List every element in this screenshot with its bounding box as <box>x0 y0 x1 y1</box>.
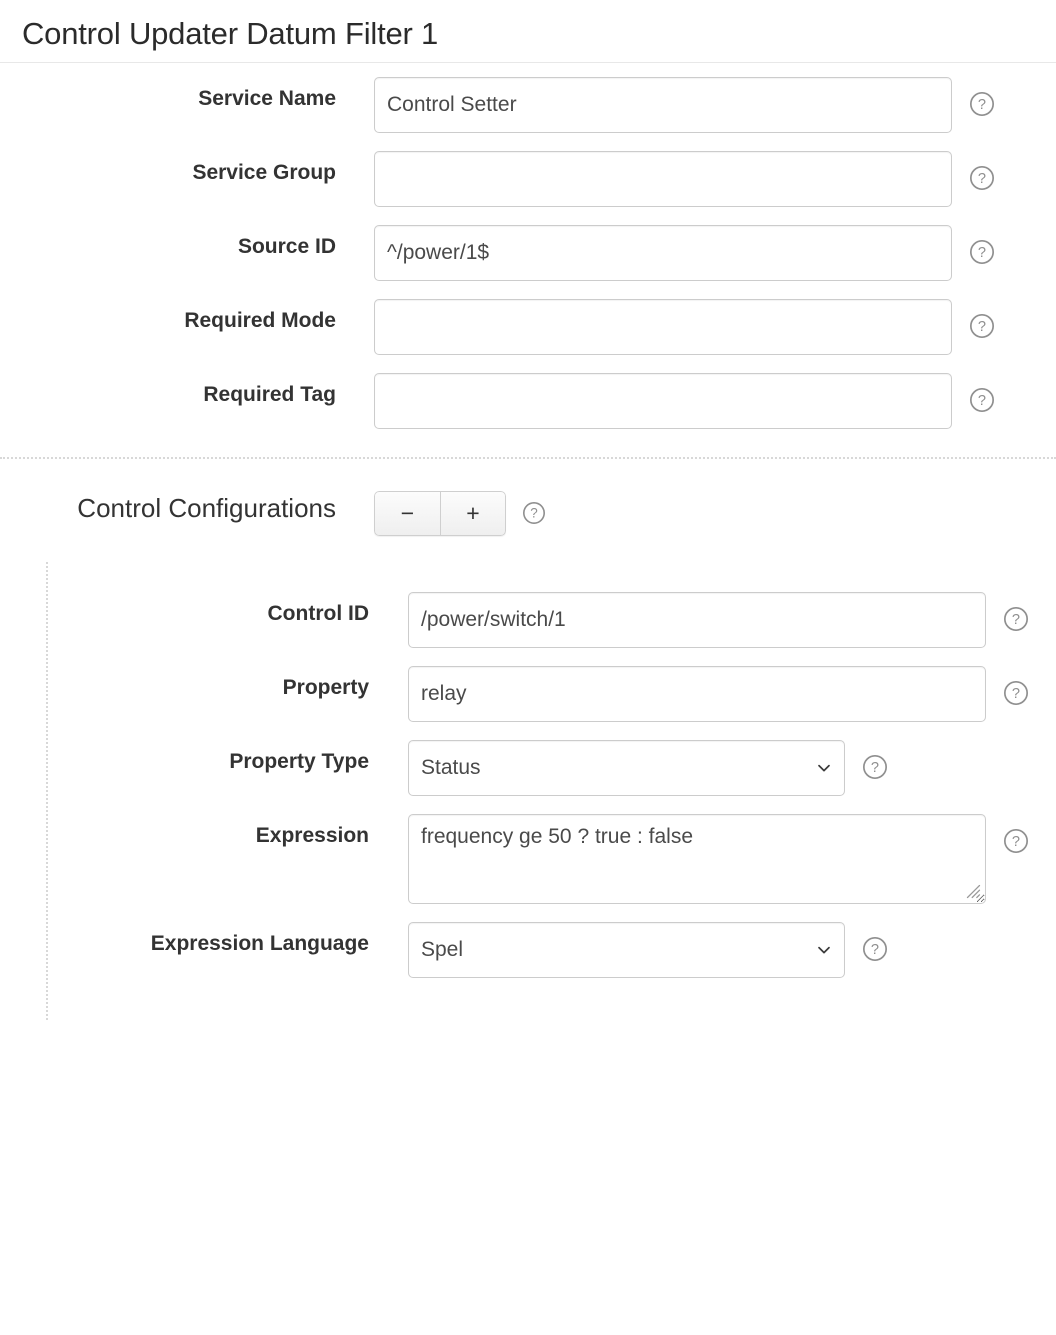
help-circle-icon[interactable]: ? <box>1003 828 1029 854</box>
control-configurations-header: Control Configurations − + ? <box>0 459 1056 536</box>
control-id-input[interactable] <box>408 591 986 648</box>
form-row-property: Property? <box>48 665 1056 722</box>
main-fields-list: Service Name?Service Group?Source ID?Req… <box>0 76 1056 429</box>
page-title: Control Updater Datum Filter 1 <box>22 16 439 51</box>
svg-text:?: ? <box>978 319 986 335</box>
form-row-required-mode: Required Mode? <box>0 298 1056 355</box>
svg-text:?: ? <box>978 245 986 261</box>
property-type-field-wrap: Status? <box>408 739 888 796</box>
help-circle-icon[interactable]: ? <box>1003 606 1029 632</box>
main-settings-section: Service Name?Service Group?Source ID?Req… <box>0 63 1056 429</box>
expression-language-select-holder: Spel <box>408 921 845 978</box>
property-type-select[interactable]: Status <box>408 739 845 796</box>
source-id-field-wrap: ? <box>374 224 995 281</box>
required-tag-label: Required Tag <box>203 382 336 406</box>
expression-label: Expression <box>255 823 369 847</box>
help-circle-icon[interactable]: ? <box>969 165 995 191</box>
required-tag-field-wrap: ? <box>374 372 995 429</box>
service-group-field-wrap: ? <box>374 150 995 207</box>
expression-language-field-wrap: Spel? <box>408 921 888 978</box>
form-row-required-tag: Required Tag? <box>0 372 1056 429</box>
expression-textarea-holder <box>408 813 986 904</box>
form-row-service-name: Service Name? <box>0 76 1056 133</box>
expression-language-label: Expression Language <box>150 931 369 955</box>
property-input[interactable] <box>408 665 986 722</box>
control-configuration-fields-list: Control ID?Property?Property TypeStatus?… <box>48 591 1056 978</box>
svg-text:?: ? <box>1012 612 1020 628</box>
form-row-source-id: Source ID? <box>0 224 1056 281</box>
svg-text:?: ? <box>530 505 538 520</box>
form-row-expression-language: Expression Language Spel? <box>48 921 1056 978</box>
service-group-input[interactable] <box>374 150 952 207</box>
help-circle-icon[interactable]: ? <box>862 936 888 962</box>
svg-text:?: ? <box>978 393 986 409</box>
control-configurations-stepper[interactable]: − + <box>374 490 506 536</box>
help-circle-icon[interactable]: ? <box>969 91 995 117</box>
required-tag-input[interactable] <box>374 372 952 429</box>
form-row-service-group: Service Group? <box>0 150 1056 207</box>
svg-text:?: ? <box>978 97 986 113</box>
help-circle-icon[interactable]: ? <box>1003 680 1029 706</box>
required-mode-label: Required Mode <box>184 308 336 332</box>
property-type-select-holder: Status <box>408 739 845 796</box>
svg-text:?: ? <box>978 171 986 187</box>
property-type-label: Property Type <box>229 749 369 773</box>
source-id-input[interactable] <box>374 224 952 281</box>
expression-field-wrap: ? <box>408 813 1029 904</box>
control-configurations-label: Control Configurations <box>77 492 336 523</box>
svg-text:?: ? <box>1012 686 1020 702</box>
expression-textarea[interactable] <box>408 813 986 904</box>
property-label: Property <box>282 675 369 699</box>
svg-text:?: ? <box>1012 834 1020 850</box>
remove-control-configuration-button[interactable]: − <box>374 490 440 536</box>
page-header: Control Updater Datum Filter 1 <box>0 0 1056 63</box>
help-circle-icon[interactable]: ? <box>862 754 888 780</box>
help-circle-icon[interactable]: ? <box>969 313 995 339</box>
add-control-configuration-button[interactable]: + <box>440 490 506 536</box>
service-name-label: Service Name <box>198 86 336 110</box>
expression-language-select[interactable]: Spel <box>408 921 845 978</box>
help-circle-icon[interactable]: ? <box>969 239 995 265</box>
form-row-property-type: Property Type Status? <box>48 739 1056 796</box>
service-name-field-wrap: ? <box>374 76 995 133</box>
property-field-wrap: ? <box>408 665 1029 722</box>
control-configuration-item: Control ID?Property?Property TypeStatus?… <box>46 561 1056 1020</box>
svg-text:?: ? <box>871 760 879 776</box>
help-circle-icon[interactable]: ? <box>969 387 995 413</box>
control-id-label: Control ID <box>267 601 369 625</box>
help-circle-icon[interactable]: ? <box>522 501 546 525</box>
required-mode-input[interactable] <box>374 298 952 355</box>
form-row-expression: Expression? <box>48 813 1056 904</box>
control-id-field-wrap: ? <box>408 591 1029 648</box>
required-mode-field-wrap: ? <box>374 298 995 355</box>
form-row-control-id: Control ID? <box>48 591 1056 648</box>
source-id-label: Source ID <box>237 234 336 258</box>
svg-text:?: ? <box>871 942 879 958</box>
service-name-input[interactable] <box>374 76 952 133</box>
service-group-label: Service Group <box>192 160 336 184</box>
